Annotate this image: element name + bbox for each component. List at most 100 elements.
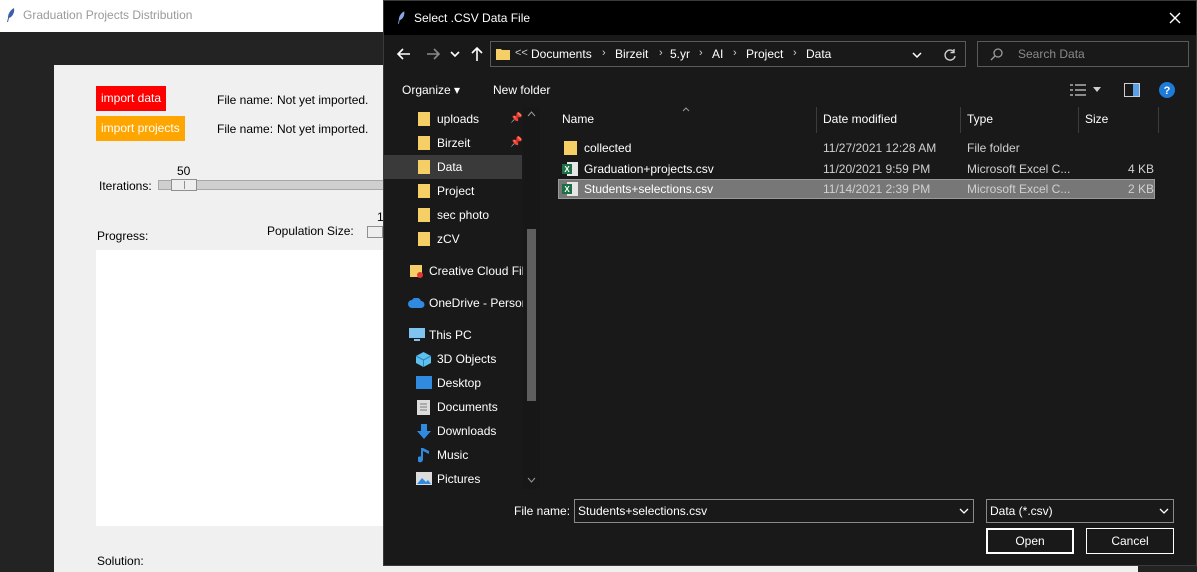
nav-item-uploads[interactable]: uploads 📌 bbox=[384, 107, 522, 131]
file-type: Microsoft Excel C... bbox=[967, 162, 1071, 176]
scrollbar-thumb[interactable] bbox=[527, 229, 536, 401]
nav-item-desktop[interactable]: Desktop bbox=[384, 371, 522, 395]
breadcrumb-data[interactable]: Data bbox=[806, 47, 831, 61]
nav-item-label: Birzeit bbox=[437, 136, 471, 150]
nav-item-label: Desktop bbox=[437, 376, 482, 390]
progress-textbox bbox=[96, 250, 396, 526]
cancel-button[interactable]: Cancel bbox=[1086, 528, 1174, 554]
command-bar: Organize ▾ New folder ? bbox=[384, 73, 1196, 107]
svg-text:?: ? bbox=[1164, 85, 1171, 97]
address-bar[interactable]: << Documents › Birzeit › 5.yr › AI › Pro… bbox=[490, 41, 966, 67]
forward-arrow-icon[interactable] bbox=[424, 45, 442, 63]
import-data-button[interactable]: import data bbox=[96, 86, 167, 111]
search-icon bbox=[990, 48, 1003, 61]
nav-item-zcv[interactable]: zCV bbox=[384, 227, 522, 251]
nav-item-3d-objects[interactable]: 3D Objects bbox=[384, 347, 522, 371]
nav-item-sec-photo[interactable]: sec photo bbox=[384, 203, 522, 227]
breadcrumb-ai[interactable]: AI bbox=[712, 47, 723, 61]
column-header-name[interactable]: Name bbox=[562, 112, 594, 134]
documents-icon bbox=[417, 400, 430, 415]
column-divider[interactable] bbox=[960, 107, 961, 133]
nav-item-label: Documents bbox=[437, 400, 498, 414]
nav-item-label: Creative Cloud Fil bbox=[429, 264, 525, 278]
iterations-slider-thumb[interactable] bbox=[171, 179, 197, 191]
file-date: 11/20/2021 9:59 PM bbox=[823, 162, 931, 176]
preview-pane-icon[interactable] bbox=[1124, 83, 1140, 97]
nav-item-creative-cloud[interactable]: Creative Cloud Fil bbox=[384, 259, 525, 283]
file-dialog: Select .CSV Data File << Documents › Bir… bbox=[383, 0, 1197, 566]
breadcrumb-documents[interactable]: Documents bbox=[531, 47, 592, 61]
breadcrumb-separator: › bbox=[733, 47, 737, 59]
breadcrumb-separator: › bbox=[699, 47, 703, 59]
desktop-icon bbox=[416, 376, 432, 389]
column-header-date[interactable]: Date modified bbox=[823, 112, 897, 134]
view-dropdown-chevron-icon[interactable] bbox=[1092, 86, 1102, 94]
file-type-select[interactable]: Data (*.csv) bbox=[986, 499, 1174, 523]
progress-label: Progress: bbox=[97, 229, 149, 243]
pin-icon: 📌 bbox=[510, 137, 523, 148]
file-name-field[interactable]: Students+selections.csv bbox=[574, 499, 974, 523]
breadcrumb-project[interactable]: Project bbox=[746, 47, 783, 61]
column-header-type[interactable]: Type bbox=[967, 112, 993, 134]
organize-button[interactable]: Organize ▾ bbox=[402, 83, 460, 97]
navigation-bar: << Documents › Birzeit › 5.yr › AI › Pro… bbox=[384, 35, 1196, 73]
refresh-icon[interactable] bbox=[943, 48, 957, 62]
iterations-value: 50 bbox=[177, 164, 191, 178]
nav-item-data[interactable]: Data bbox=[384, 155, 522, 179]
column-divider[interactable] bbox=[1158, 107, 1159, 133]
new-folder-button[interactable]: New folder bbox=[493, 83, 550, 97]
folder-icon bbox=[418, 136, 430, 150]
folder-icon bbox=[564, 141, 577, 155]
nav-item-documents[interactable]: Documents bbox=[384, 395, 522, 419]
close-icon[interactable] bbox=[1167, 10, 1183, 26]
solution-label: Solution: bbox=[97, 554, 144, 568]
nav-item-label: Data bbox=[437, 160, 463, 174]
file-row-collected[interactable]: collected 11/27/2021 12:28 AM File folde… bbox=[558, 138, 1155, 158]
recent-locations-chevron-icon[interactable] bbox=[449, 45, 461, 63]
svg-text:X: X bbox=[564, 165, 570, 174]
nav-item-label: OneDrive - Person bbox=[429, 296, 529, 310]
scroll-down-icon[interactable] bbox=[527, 477, 536, 483]
up-arrow-icon[interactable] bbox=[468, 45, 486, 63]
address-dropdown-chevron-icon[interactable] bbox=[911, 50, 923, 60]
population-label: Population Size: bbox=[267, 224, 354, 238]
file-type-value: Data (*.csv) bbox=[990, 504, 1053, 518]
view-options-icon[interactable] bbox=[1070, 84, 1086, 96]
scroll-up-icon[interactable] bbox=[527, 111, 536, 117]
nav-item-label: Music bbox=[437, 448, 469, 462]
breadcrumb-overflow[interactable]: << bbox=[515, 47, 528, 59]
app-title: Graduation Projects Distribution bbox=[23, 8, 193, 22]
file-name-value: Students+selections.csv bbox=[578, 504, 708, 518]
file-row-graduation-projects[interactable]: X Graduation+projects.csv 11/20/2021 9:5… bbox=[558, 159, 1155, 179]
iterations-label: Iterations: bbox=[99, 179, 152, 193]
file-name: Graduation+projects.csv bbox=[584, 162, 714, 176]
search-input[interactable]: Search Data bbox=[977, 41, 1189, 67]
file-row-students-selections[interactable]: X Students+selections.csv 11/14/2021 2:3… bbox=[558, 179, 1155, 199]
back-arrow-icon[interactable] bbox=[395, 45, 413, 63]
music-icon bbox=[418, 448, 429, 463]
nav-item-music[interactable]: Music bbox=[384, 443, 522, 467]
column-divider[interactable] bbox=[816, 107, 817, 133]
breadcrumb-5yr[interactable]: 5.yr bbox=[670, 47, 690, 61]
svg-text:X: X bbox=[564, 185, 570, 194]
nav-item-birzeit[interactable]: Birzeit 📌 bbox=[384, 131, 522, 155]
nav-item-pictures[interactable]: Pictures bbox=[384, 467, 522, 489]
nav-item-this-pc[interactable]: This PC bbox=[384, 323, 522, 347]
help-icon[interactable]: ? bbox=[1159, 82, 1175, 98]
nav-item-project[interactable]: Project bbox=[384, 179, 522, 203]
open-button[interactable]: Open bbox=[986, 528, 1074, 554]
file-name: collected bbox=[584, 141, 632, 155]
population-slider-thumb[interactable] bbox=[367, 226, 383, 238]
navigation-scrollbar[interactable] bbox=[523, 107, 540, 489]
file-type: File folder bbox=[967, 141, 1020, 155]
folder-icon bbox=[418, 232, 430, 246]
import-projects-button[interactable]: import projects bbox=[96, 116, 185, 141]
breadcrumb-birzeit[interactable]: Birzeit bbox=[615, 47, 648, 61]
folder-icon bbox=[418, 160, 430, 174]
column-divider[interactable] bbox=[1078, 107, 1079, 133]
chevron-down-icon[interactable] bbox=[959, 508, 969, 515]
column-header-size[interactable]: Size bbox=[1085, 112, 1108, 134]
onedrive-icon bbox=[408, 298, 425, 308]
nav-item-downloads[interactable]: Downloads bbox=[384, 419, 522, 443]
nav-item-onedrive[interactable]: OneDrive - Person bbox=[384, 291, 528, 315]
